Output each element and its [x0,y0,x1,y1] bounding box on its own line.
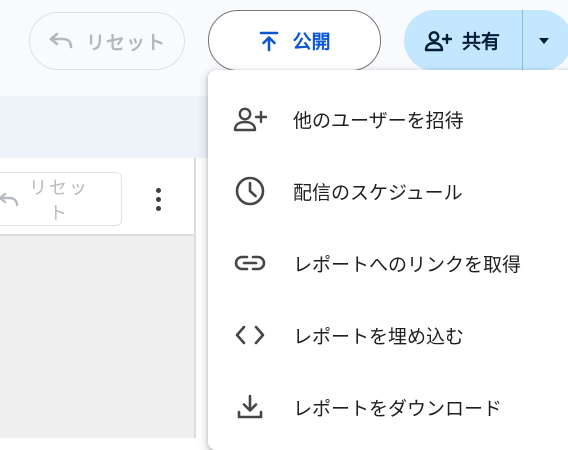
publish-icon [258,30,280,52]
menu-item-label: 配信のスケジュール [293,181,463,204]
menu-item-label: 他のユーザーを招待 [293,109,464,132]
menu-item-label: レポートをダウンロード [293,397,503,420]
clock-icon [232,173,268,209]
person-add-icon [232,101,268,137]
menu-item-get-report-link[interactable]: レポートへのリンクを取得 [208,227,568,299]
menu-item-schedule-delivery[interactable]: 配信のスケジュール [208,155,568,227]
reset-button[interactable]: リセット [29,12,185,70]
caret-down-icon [537,36,551,46]
menu-item-label: レポートへのリンクを取得 [293,253,522,276]
menu-item-label: レポートを埋め込む [293,325,465,348]
menu-item-download-report[interactable]: レポートをダウンロード [208,371,568,443]
person-add-icon [424,30,452,52]
share-button[interactable]: 共有 [404,10,522,71]
toolbar-divider [0,234,196,236]
undo-icon [0,191,19,209]
share-menu: 他のユーザーを招待 配信のスケジュール レポートへのリンクを取得 レポートを埋め… [208,70,568,450]
download-icon [232,389,268,425]
reset-button-label: リセット [85,31,166,54]
toolbar-reset-button[interactable]: リセット [0,172,122,226]
panel-divider [194,158,196,438]
undo-icon [48,31,74,51]
menu-item-embed-report[interactable]: レポートを埋め込む [208,299,568,371]
link-icon [232,245,268,281]
publish-button-label: 公開 [292,31,331,53]
report-canvas [0,236,194,438]
code-icon [232,317,268,353]
share-dropdown-button[interactable] [522,10,568,71]
menu-item-invite-users[interactable]: 他のユーザーを招待 [208,83,568,155]
publish-button[interactable]: 公開 [208,10,381,71]
more-options-icon[interactable] [146,182,170,216]
share-button-label: 共有 [462,31,501,53]
toolbar-reset-label: リセット [29,178,89,224]
